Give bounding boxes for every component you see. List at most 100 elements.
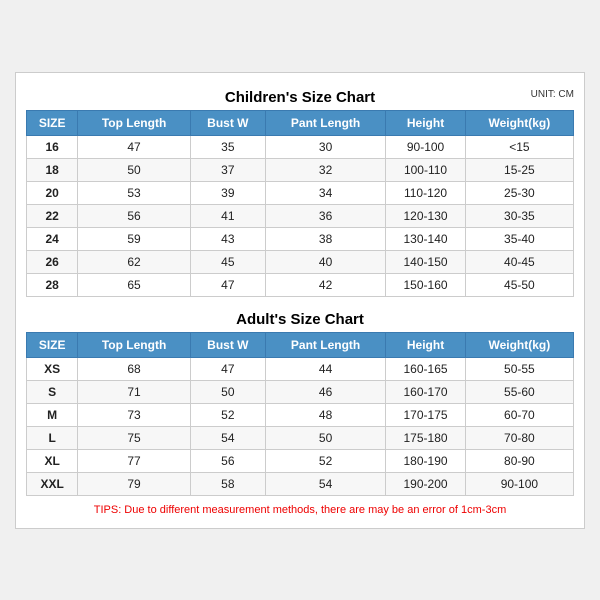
table-cell: 37: [190, 158, 265, 181]
unit-label: UNIT: CM: [531, 89, 574, 100]
table-row: M735248170-17560-70: [27, 403, 574, 426]
children-col-header: Height: [386, 110, 465, 135]
table-cell: 68: [78, 357, 191, 380]
table-cell: 75: [78, 426, 191, 449]
table-cell: 43: [190, 227, 265, 250]
table-row: 18503732100-11015-25: [27, 158, 574, 181]
children-size-table: SIZETop LengthBust WPant LengthHeightWei…: [26, 110, 574, 297]
table-cell: 30: [265, 135, 385, 158]
table-cell: 41: [190, 204, 265, 227]
table-cell: 71: [78, 380, 191, 403]
table-cell: 22: [27, 204, 78, 227]
table-cell: 59: [78, 227, 191, 250]
table-cell: 18: [27, 158, 78, 181]
table-cell: 160-170: [386, 380, 465, 403]
table-cell: XXL: [27, 472, 78, 495]
children-section-title: Children's Size Chart UNIT: CM: [26, 83, 574, 110]
table-cell: 52: [265, 449, 385, 472]
table-cell: 35-40: [465, 227, 573, 250]
table-cell: 150-160: [386, 273, 465, 296]
adults-size-table: SIZETop LengthBust WPant LengthHeightWei…: [26, 332, 574, 496]
table-cell: 55-60: [465, 380, 573, 403]
table-cell: 56: [78, 204, 191, 227]
table-cell: 54: [190, 426, 265, 449]
children-col-header: Bust W: [190, 110, 265, 135]
table-cell: 34: [265, 181, 385, 204]
table-cell: 90-100: [465, 472, 573, 495]
table-cell: 20: [27, 181, 78, 204]
table-cell: 54: [265, 472, 385, 495]
table-row: XL775652180-19080-90: [27, 449, 574, 472]
table-cell: 175-180: [386, 426, 465, 449]
table-cell: 44: [265, 357, 385, 380]
table-cell: 16: [27, 135, 78, 158]
table-row: 26624540140-15040-45: [27, 250, 574, 273]
table-cell: 40-45: [465, 250, 573, 273]
size-chart-container: Children's Size Chart UNIT: CM SIZETop L…: [15, 72, 585, 529]
children-col-header: SIZE: [27, 110, 78, 135]
table-cell: 170-175: [386, 403, 465, 426]
table-cell: 79: [78, 472, 191, 495]
children-col-header: Pant Length: [265, 110, 385, 135]
children-col-header: Top Length: [78, 110, 191, 135]
table-cell: 50: [190, 380, 265, 403]
table-row: 28654742150-16045-50: [27, 273, 574, 296]
adults-col-header: Top Length: [78, 332, 191, 357]
table-cell: 190-200: [386, 472, 465, 495]
table-cell: 70-80: [465, 426, 573, 449]
table-cell: 58: [190, 472, 265, 495]
table-cell: 140-150: [386, 250, 465, 273]
table-cell: 46: [265, 380, 385, 403]
table-cell: 39: [190, 181, 265, 204]
adults-title-text: Adult's Size Chart: [236, 311, 364, 328]
children-table-body: 1647353090-100<1518503732100-11015-25205…: [27, 135, 574, 296]
adults-col-header: SIZE: [27, 332, 78, 357]
adults-col-header: Height: [386, 332, 465, 357]
table-cell: 45-50: [465, 273, 573, 296]
children-header-row: SIZETop LengthBust WPant LengthHeightWei…: [27, 110, 574, 135]
table-cell: 110-120: [386, 181, 465, 204]
adults-section-title: Adult's Size Chart: [26, 305, 574, 332]
table-cell: 47: [78, 135, 191, 158]
table-cell: 80-90: [465, 449, 573, 472]
table-row: S715046160-17055-60: [27, 380, 574, 403]
table-cell: 53: [78, 181, 191, 204]
adults-col-header: Bust W: [190, 332, 265, 357]
adults-header-row: SIZETop LengthBust WPant LengthHeightWei…: [27, 332, 574, 357]
table-cell: 77: [78, 449, 191, 472]
table-cell: 52: [190, 403, 265, 426]
table-cell: 160-165: [386, 357, 465, 380]
table-cell: 56: [190, 449, 265, 472]
table-row: XXL795854190-20090-100: [27, 472, 574, 495]
table-row: 22564136120-13030-35: [27, 204, 574, 227]
table-cell: 42: [265, 273, 385, 296]
table-cell: 100-110: [386, 158, 465, 181]
table-cell: M: [27, 403, 78, 426]
table-cell: 38: [265, 227, 385, 250]
adults-col-header: Weight(kg): [465, 332, 573, 357]
table-row: 1647353090-100<15: [27, 135, 574, 158]
adults-table-body: XS684744160-16550-55S715046160-17055-60M…: [27, 357, 574, 495]
table-cell: 50-55: [465, 357, 573, 380]
table-cell: 36: [265, 204, 385, 227]
table-cell: 60-70: [465, 403, 573, 426]
children-title-text: Children's Size Chart: [225, 89, 375, 106]
table-cell: 45: [190, 250, 265, 273]
table-row: 24594338130-14035-40: [27, 227, 574, 250]
adults-col-header: Pant Length: [265, 332, 385, 357]
table-cell: 47: [190, 273, 265, 296]
table-cell: L: [27, 426, 78, 449]
table-cell: 15-25: [465, 158, 573, 181]
table-cell: XL: [27, 449, 78, 472]
table-cell: 73: [78, 403, 191, 426]
table-cell: 35: [190, 135, 265, 158]
table-cell: 130-140: [386, 227, 465, 250]
table-cell: 26: [27, 250, 78, 273]
table-cell: 47: [190, 357, 265, 380]
table-cell: 40: [265, 250, 385, 273]
table-cell: 28: [27, 273, 78, 296]
table-row: L755450175-18070-80: [27, 426, 574, 449]
table-cell: 32: [265, 158, 385, 181]
table-cell: 62: [78, 250, 191, 273]
table-cell: 30-35: [465, 204, 573, 227]
